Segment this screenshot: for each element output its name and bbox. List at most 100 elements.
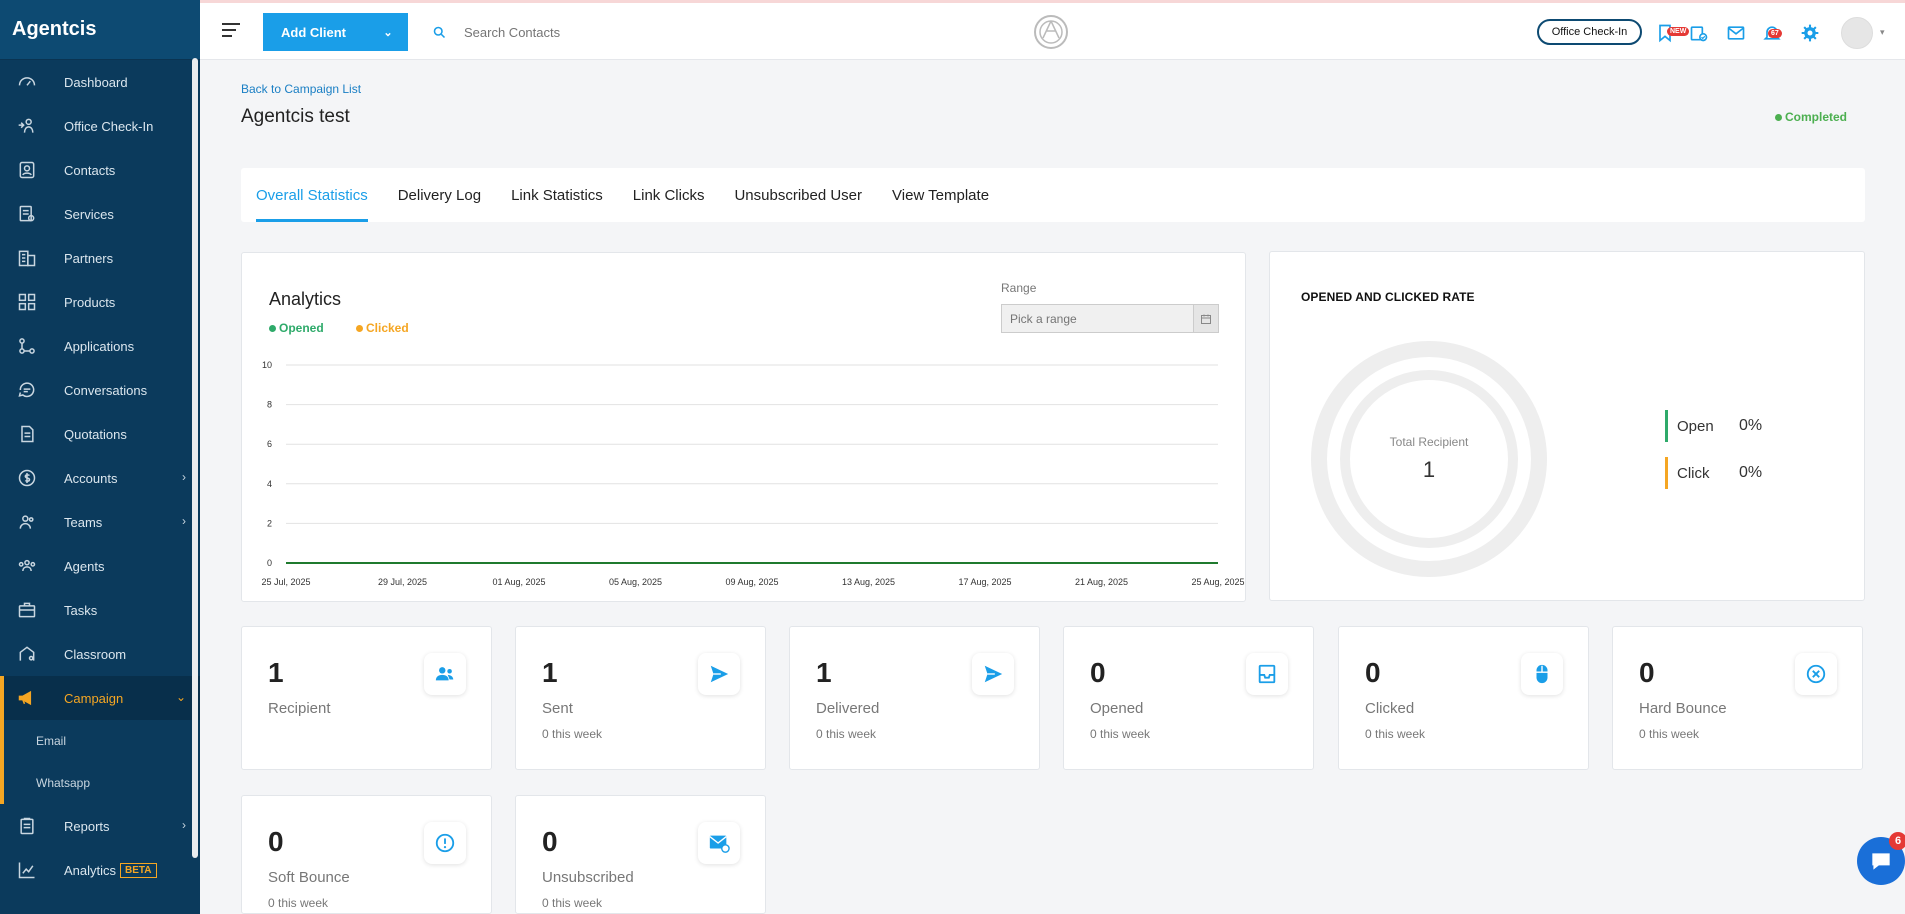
chevron-down-icon: ⌄ — [175, 690, 186, 704]
sidebar-scrollbar[interactable] — [192, 58, 198, 858]
stat-value: 0 — [268, 826, 284, 857]
back-to-campaign-list-link[interactable]: Back to Campaign List — [241, 82, 361, 96]
task-check-icon[interactable] — [1689, 23, 1709, 43]
stat-week: 0 this week — [1639, 727, 1700, 741]
users-icon — [424, 653, 466, 695]
sidebar-item-classroom[interactable]: Classroom — [0, 632, 200, 676]
hamburger-menu-icon[interactable] — [222, 23, 240, 37]
chat-bubble-icon — [16, 379, 38, 401]
search-contacts-input[interactable] — [464, 20, 764, 44]
chevron-right-icon: › — [182, 470, 186, 484]
sidebar-item-label: Accounts — [64, 470, 118, 486]
services-icon — [16, 203, 38, 225]
mail-icon[interactable] — [1726, 23, 1746, 43]
new-badge: NEW — [1667, 27, 1690, 36]
rate-card-title: OPENED AND CLICKED RATE — [1301, 290, 1475, 304]
chat-unread-badge: 6 — [1889, 832, 1905, 850]
stat-label: Soft Bounce — [268, 869, 350, 886]
sidebar-item-applications[interactable]: Applications — [0, 324, 200, 368]
company-logo-icon — [1034, 15, 1068, 49]
megaphone-icon — [16, 687, 38, 709]
stat-label: Delivered — [816, 700, 880, 717]
tab-link-statistics[interactable]: Link Statistics — [511, 168, 603, 222]
x-tick-label: 25 Aug, 2025 — [1191, 577, 1244, 587]
open-rate-value: 0% — [1739, 417, 1763, 434]
stat-value: 0 — [542, 826, 558, 857]
stat-value: 0 — [1639, 657, 1655, 688]
stat-card-recipient: 1 Recipient — [241, 626, 492, 770]
tab-unsubscribed-user[interactable]: Unsubscribed User — [734, 168, 862, 222]
stat-card-delivered: 1 Delivered 0 this week — [789, 626, 1040, 770]
sidebar-item-label: Agents — [64, 558, 105, 574]
clipboard-icon — [16, 815, 38, 837]
brand-logo[interactable]: Agentcis — [0, 0, 200, 60]
sidebar-item-accounts[interactable]: Accounts › — [0, 456, 200, 500]
x-tick-label: 21 Aug, 2025 — [1075, 577, 1128, 587]
stat-card-clicked: 0 Clicked 0 this week — [1338, 626, 1589, 770]
topbar: Add Client ⌄ Office Check-In NEW 67 ▾ — [200, 0, 1905, 60]
x-circle-icon — [1795, 653, 1837, 695]
sidebar-item-tasks[interactable]: Tasks — [0, 588, 200, 632]
stat-label: Clicked — [1365, 700, 1415, 717]
y-tick-label: 10 — [262, 360, 272, 370]
y-tick-label: 4 — [267, 479, 272, 489]
stat-week: 0 this week — [1090, 727, 1151, 741]
stat-value: 1 — [816, 657, 832, 688]
sidebar: Agentcis Dashboard Office Check-In Conta… — [0, 0, 200, 914]
checkin-icon — [16, 115, 38, 137]
stat-label: Hard Bounce — [1639, 700, 1727, 717]
avatar[interactable] — [1841, 17, 1873, 49]
stat-card-soft-bounce: 0 Soft Bounce 0 this week — [241, 795, 492, 914]
stat-label: Sent — [542, 700, 573, 717]
sidebar-subitem-whatsapp[interactable]: Whatsapp — [0, 762, 200, 804]
range-label: Range — [1001, 281, 1037, 295]
x-tick-label: 01 Aug, 2025 — [492, 577, 545, 587]
chevron-down-icon[interactable]: ▾ — [1880, 27, 1885, 38]
total-recipient-value: 1 — [1422, 457, 1436, 482]
sidebar-item-campaign[interactable]: Campaign ⌄ — [0, 676, 200, 720]
stat-week: 0 this week — [542, 896, 603, 910]
sidebar-item-dashboard[interactable]: Dashboard — [0, 60, 200, 104]
sidebar-item-label: Contacts — [64, 162, 116, 178]
sidebar-item-teams[interactable]: Teams › — [0, 500, 200, 544]
sidebar-item-conversations[interactable]: Conversations — [0, 368, 200, 412]
stat-label: Unsubscribed — [542, 869, 634, 886]
add-client-label: Add Client — [281, 24, 346, 40]
office-check-in-button[interactable]: Office Check-In — [1537, 19, 1642, 45]
sidebar-subitem-email[interactable]: Email — [0, 720, 200, 762]
alert-circle-icon — [424, 822, 466, 864]
sidebar-item-quotations[interactable]: Quotations — [0, 412, 200, 456]
sidebar-item-agents[interactable]: Agents — [0, 544, 200, 588]
click-rate-label: Click — [1665, 457, 1710, 489]
chevron-right-icon: › — [182, 514, 186, 528]
tab-delivery-log[interactable]: Delivery Log — [398, 168, 481, 222]
workflow-icon — [16, 335, 38, 357]
legend-opened[interactable]: Opened — [269, 321, 324, 335]
y-tick-label: 6 — [267, 439, 272, 449]
calendar-icon[interactable] — [1193, 305, 1218, 332]
add-client-button[interactable]: Add Client ⌄ — [263, 13, 408, 51]
sidebar-item-analytics[interactable]: Analytics BETA — [0, 848, 200, 892]
notification-count-badge: 67 — [1768, 29, 1782, 38]
stat-week: 0 this week — [816, 727, 877, 741]
total-recipient-label: Total Recipient — [1389, 435, 1469, 449]
sidebar-item-contacts[interactable]: Contacts — [0, 148, 200, 192]
date-range-input[interactable] — [1001, 304, 1219, 333]
sidebar-item-products[interactable]: Products — [0, 280, 200, 324]
chevron-down-icon[interactable]: ⌄ — [368, 13, 408, 51]
sidebar-item-office-check-in[interactable]: Office Check-In — [0, 104, 200, 148]
building-icon — [16, 247, 38, 269]
sidebar-item-label: Services — [64, 206, 114, 222]
mouse-icon — [1521, 653, 1563, 695]
sidebar-item-reports[interactable]: Reports › — [0, 804, 200, 848]
briefcase-icon — [16, 599, 38, 621]
stat-week: 0 this week — [1365, 727, 1426, 741]
sidebar-item-services[interactable]: Services — [0, 192, 200, 236]
gear-icon[interactable] — [1800, 23, 1820, 43]
tab-link-clicks[interactable]: Link Clicks — [633, 168, 705, 222]
tab-view-template[interactable]: View Template — [892, 168, 989, 222]
x-tick-label: 09 Aug, 2025 — [725, 577, 778, 587]
legend-clicked[interactable]: Clicked — [356, 321, 409, 335]
tab-overall-statistics[interactable]: Overall Statistics — [256, 168, 368, 222]
sidebar-item-partners[interactable]: Partners — [0, 236, 200, 280]
